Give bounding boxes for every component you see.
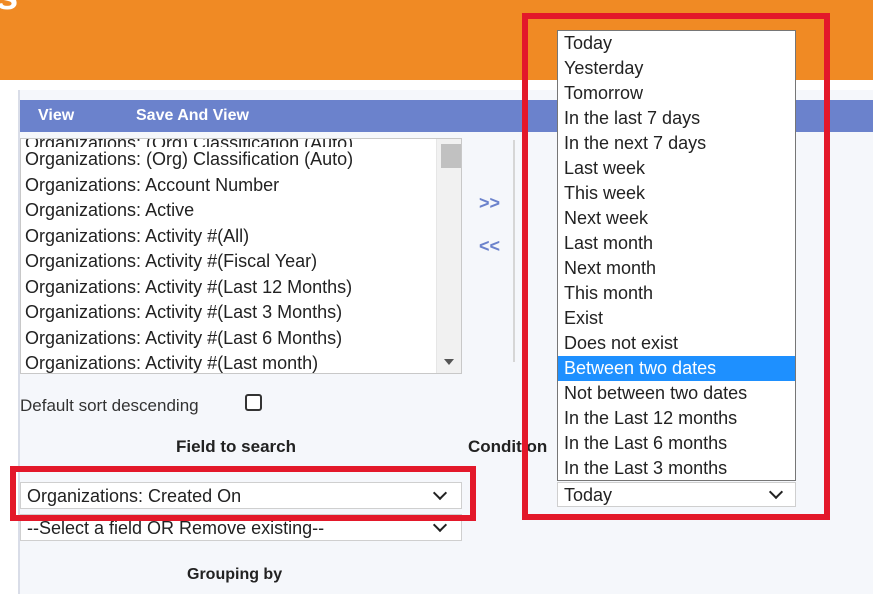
grouping-by-label: Grouping by [187, 566, 283, 583]
list-item[interactable]: Organizations: (Org) Classification (Aut… [25, 147, 437, 173]
list-item[interactable]: Organizations: Activity #(Last 3 Months) [25, 300, 437, 326]
list-item-partial[interactable]: Organizations: (Org) Classification (Aut… [25, 139, 437, 147]
annotation-box-condition [522, 13, 830, 520]
sort-descending-checkbox[interactable] [245, 394, 262, 411]
list-item[interactable]: Organizations: Activity #(Last 6 Months) [25, 326, 437, 352]
available-fields-list[interactable]: Organizations: (Org) Classification (Aut… [20, 138, 462, 374]
list-scrollbar[interactable] [436, 139, 461, 373]
list-item[interactable]: Organizations: Activity #(Fiscal Year) [25, 249, 437, 275]
divider [513, 140, 515, 362]
list-item[interactable]: Organizations: Activity #(Last month) [25, 351, 437, 373]
remove-field-button[interactable]: << [479, 236, 500, 257]
available-fields-items: Organizations: (Org) Classification (Aut… [25, 139, 437, 373]
list-item[interactable]: Organizations: Account Number [25, 173, 437, 199]
list-item[interactable]: Organizations: Active [25, 198, 437, 224]
sort-descending-label: Default sort descending [20, 396, 199, 415]
view-button[interactable]: View [38, 100, 74, 132]
scrollbar-thumb[interactable] [441, 144, 461, 168]
field-to-search-label: Field to search [176, 437, 296, 456]
page-title: s [0, 0, 18, 19]
scroll-down-arrow-icon[interactable] [444, 359, 454, 365]
add-field-button[interactable]: >> [479, 193, 500, 214]
list-item[interactable]: Organizations: Activity #(Last 12 Months… [25, 275, 437, 301]
save-and-view-button[interactable]: Save And View [136, 100, 249, 132]
list-item[interactable]: Organizations: Activity #(All) [25, 224, 437, 250]
annotation-box-field [10, 466, 476, 521]
